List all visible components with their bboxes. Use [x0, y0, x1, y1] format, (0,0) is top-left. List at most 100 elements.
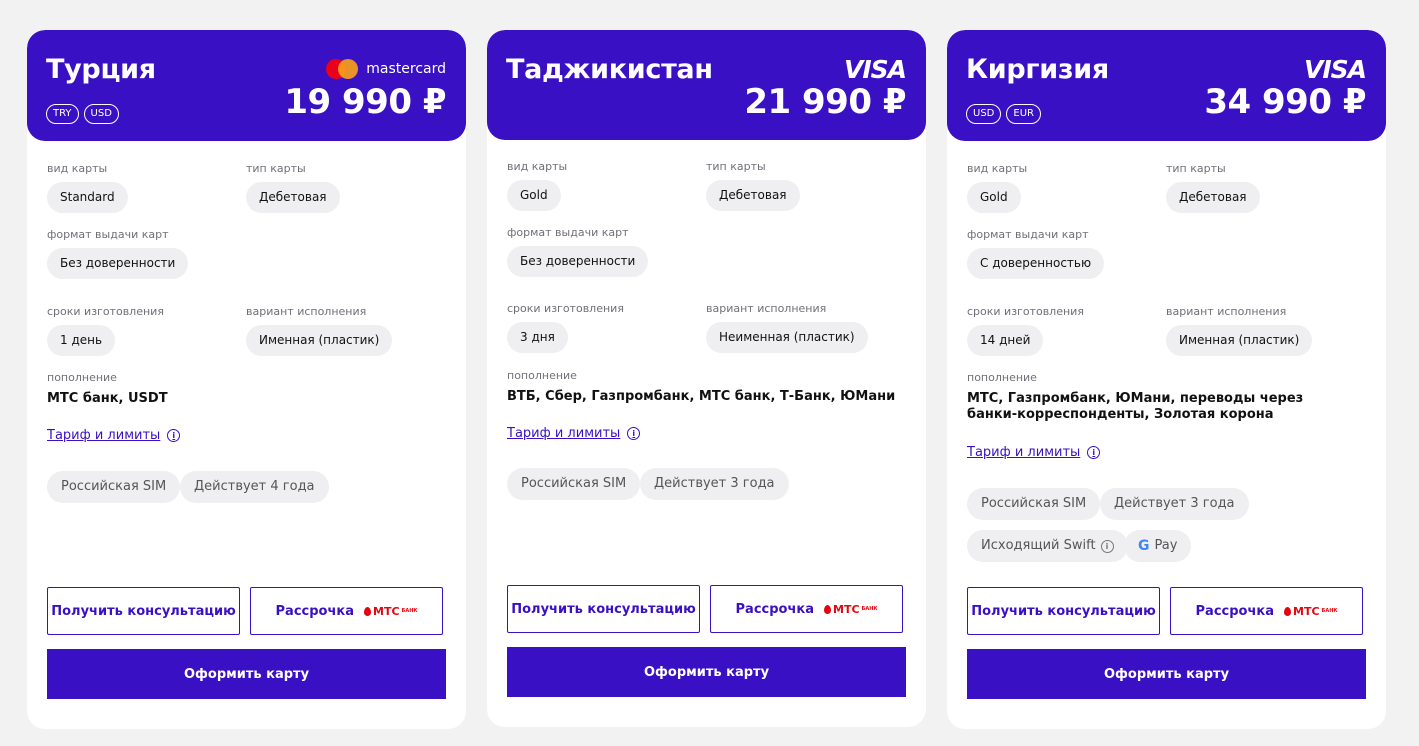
topup-value: МТС, Газпромбанк, ЮМани, переводы через … [967, 391, 1304, 422]
topup-label: пополнение [47, 371, 117, 384]
issue-format-label: формат выдачи карт [507, 226, 629, 239]
issue-format-label: формат выдачи карт [47, 228, 169, 241]
currency-list: USD EUR [966, 104, 1041, 124]
production-time-label: сроки изготовления [507, 302, 624, 315]
card-kind-value: Дебетовая [706, 180, 800, 211]
production-time-label: сроки изготовления [967, 305, 1084, 318]
topup-value: МТС банк, USDT [47, 391, 168, 406]
mts-logo-text: МТС [1293, 604, 1320, 618]
topup-value: ВТБ, Сбер, Газпромбанк, МТС банк, Т-Банк… [507, 389, 896, 404]
card-type-label: вид карты [507, 160, 568, 173]
apply-button[interactable]: Оформить карту [967, 649, 1366, 699]
installment-label: Рассрочка [1195, 603, 1274, 619]
mts-logo-text: МТС [373, 604, 400, 618]
info-icon[interactable]: i [1100, 539, 1114, 553]
installment-button[interactable]: Рассрочка МТС БАНК [710, 585, 903, 633]
currency-badge: TRY [46, 104, 79, 124]
mts-bank-logo: МТС БАНК [1284, 605, 1337, 618]
currency-badge: EUR [1006, 104, 1041, 124]
price: 21 990 ₽ [744, 82, 906, 122]
feature-badge: Российская SIM [507, 468, 641, 500]
mts-logo-text: МТС [833, 602, 860, 616]
apply-button[interactable]: Оформить карту [47, 649, 446, 699]
swift-label: Исходящий Swift [981, 538, 1096, 553]
currency-badge: USD [83, 104, 119, 124]
feature-badge: Действует 3 года [640, 468, 789, 500]
card-header: Таджикистан VISA 21 990 ₽ [487, 30, 926, 140]
tariff-link[interactable]: Тариф и лимиты i [47, 428, 181, 443]
feature-badge: Российская SIM [47, 471, 181, 503]
brand-label: mastercard [366, 61, 446, 77]
price: 34 990 ₽ [1204, 82, 1366, 122]
production-time-value: 1 день [47, 325, 116, 356]
issue-format-value: Без доверенности [507, 246, 649, 277]
tariff-link[interactable]: Тариф и лимиты i [507, 426, 641, 441]
variant-label: вариант исполнения [246, 305, 367, 318]
variant-label: вариант исполнения [1166, 305, 1287, 318]
tariff-link-label[interactable]: Тариф и лимиты [507, 426, 620, 441]
card-type-value: Gold [507, 180, 561, 211]
mts-bank-logo: МТС БАНК [364, 605, 417, 618]
tariff-cards: Турция mastercard 19 990 ₽ TRY USD вид к… [0, 0, 1419, 746]
feature-badge: Российская SIM [967, 488, 1101, 520]
feature-badge: Действует 4 года [180, 471, 329, 503]
production-time-value: 14 дней [967, 325, 1044, 356]
card-turkey: Турция mastercard 19 990 ₽ TRY USD вид к… [27, 30, 466, 729]
info-icon[interactable]: i [1087, 446, 1101, 459]
card-tajikistan: Таджикистан VISA 21 990 ₽ вид карты Gold… [487, 30, 926, 727]
issue-format-value: С доверенностью [967, 248, 1105, 279]
mts-egg-icon [364, 606, 371, 616]
issue-format-value: Без доверенности [47, 248, 189, 279]
swift-badge[interactable]: Исходящий Swift i [967, 530, 1128, 562]
currency-list: TRY USD [46, 104, 119, 124]
variant-value: Именная (пластик) [246, 325, 393, 356]
variant-value: Неименная (пластик) [706, 322, 868, 353]
google-g-icon: G [1138, 538, 1150, 554]
feature-badge: Действует 3 года [1100, 488, 1249, 520]
mts-egg-icon [824, 604, 831, 614]
production-time-label: сроки изготовления [47, 305, 164, 318]
consult-button[interactable]: Получить консультацию [47, 587, 240, 635]
issue-format-label: формат выдачи карт [967, 228, 1089, 241]
country-title: Таджикистан [506, 54, 713, 85]
price: 19 990 ₽ [284, 82, 446, 122]
country-title: Турция [46, 54, 156, 85]
visa-logo: VISA [843, 54, 907, 84]
card-type-label: вид карты [47, 162, 108, 175]
apply-button[interactable]: Оформить карту [507, 647, 906, 697]
brand-label: VISA [1303, 54, 1367, 84]
info-icon[interactable]: i [627, 427, 641, 440]
card-kind-label: тип карты [1166, 162, 1226, 175]
variant-label: вариант исполнения [706, 302, 827, 315]
mts-logo-sub: БАНК [401, 608, 418, 614]
brand-label: VISA [843, 54, 907, 84]
country-title: Киргизия [966, 54, 1109, 85]
mastercard-logo: mastercard [326, 56, 446, 82]
installment-label: Рассрочка [275, 603, 354, 619]
card-type-value: Standard [47, 182, 128, 213]
card-header: Турция mastercard 19 990 ₽ TRY USD [27, 30, 466, 141]
production-time-value: 3 дня [507, 322, 568, 353]
visa-logo: VISA [1303, 54, 1367, 84]
card-kind-label: тип карты [246, 162, 306, 175]
installment-button[interactable]: Рассрочка МТС БАНК [1170, 587, 1363, 635]
tariff-link[interactable]: Тариф и лимиты i [967, 445, 1101, 460]
installment-button[interactable]: Рассрочка МТС БАНК [250, 587, 443, 635]
consult-button[interactable]: Получить консультацию [507, 585, 700, 633]
card-kind-value: Дебетовая [1166, 182, 1260, 213]
variant-value: Именная (пластик) [1166, 325, 1313, 356]
tariff-link-label[interactable]: Тариф и лимиты [47, 428, 160, 443]
card-kyrgyzstan: Киргизия VISA 34 990 ₽ USD EUR вид карты… [947, 30, 1386, 729]
tariff-link-label[interactable]: Тариф и лимиты [967, 445, 1080, 460]
card-header: Киргизия VISA 34 990 ₽ USD EUR [947, 30, 1386, 141]
topup-label: пополнение [507, 369, 577, 382]
consult-button[interactable]: Получить консультацию [967, 587, 1160, 635]
card-type-value: Gold [967, 182, 1021, 213]
topup-label: пополнение [967, 371, 1037, 384]
google-pay-badge: G Pay [1124, 530, 1192, 562]
info-icon[interactable]: i [167, 429, 181, 442]
pay-label: Pay [1154, 538, 1178, 553]
card-type-label: вид карты [967, 162, 1028, 175]
installment-label: Рассрочка [735, 601, 814, 617]
mastercard-icon [326, 59, 360, 79]
